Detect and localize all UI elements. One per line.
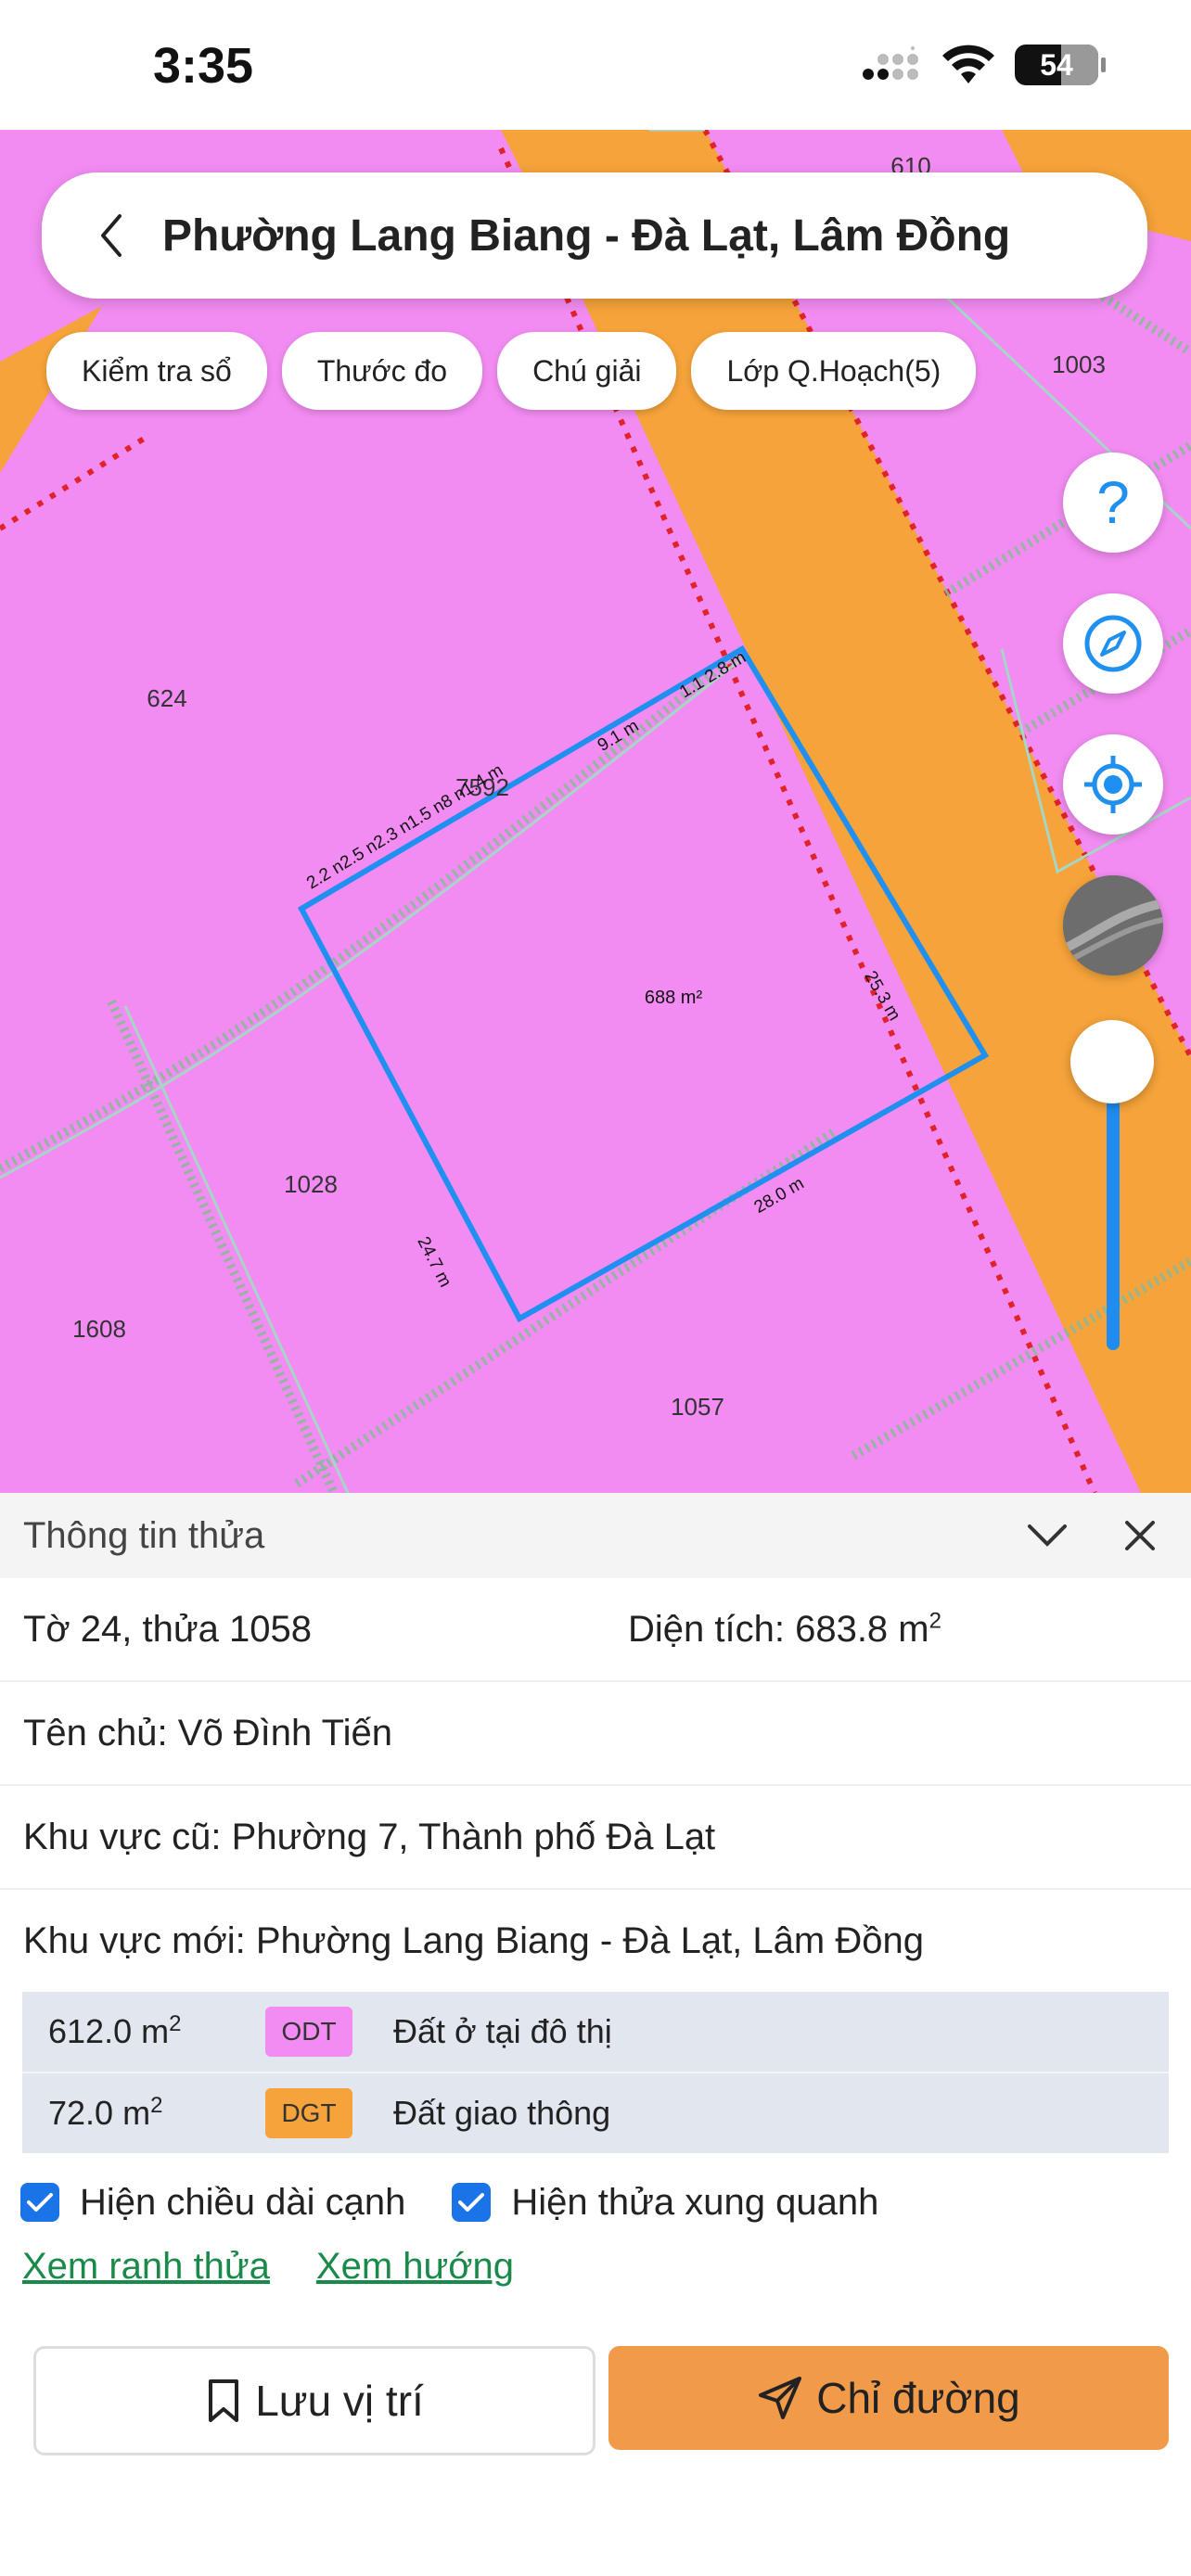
panel-title: Thông tin thửa <box>23 1514 265 1556</box>
my-location-button[interactable] <box>1063 734 1163 835</box>
edge-length-label[interactable]: Hiện chiều dài cạnh <box>80 2182 405 2224</box>
directions-label: Chỉ đường <box>816 2374 1020 2422</box>
map-label-1057: 1057 <box>671 1393 724 1421</box>
battery-level: 54 <box>1040 47 1073 82</box>
bookmark-icon <box>209 2379 239 2422</box>
land-use-code-badge: DGT <box>265 2088 352 2138</box>
map-area-label: 688 m² <box>645 988 703 1008</box>
save-location-button[interactable]: Lưu vị trí <box>33 2346 596 2455</box>
cellular-signal-icon <box>863 46 918 80</box>
action-buttons: Lưu vị trí Chỉ đường <box>33 2346 1169 2455</box>
new-area: Khu vực mới: Phường Lang Biang - Đà Lạt,… <box>23 1919 924 1961</box>
display-options: Hiện chiều dài cạnh Hiện thửa xung quanh <box>0 2159 1191 2246</box>
battery-icon: 54 <box>1015 45 1106 85</box>
status-icons: 54 <box>863 45 1106 85</box>
collapse-button[interactable] <box>1019 1508 1075 1563</box>
chip-ruler[interactable]: Thước đo <box>281 332 483 410</box>
chip-check-book[interactable]: Kiểm tra sổ <box>46 332 267 410</box>
old-area: Khu vực cũ: Phường 7, Thành phố Đà Lạt <box>23 1816 716 1857</box>
map-label-1028: 1028 <box>284 1170 338 1198</box>
chevron-left-icon <box>101 214 122 257</box>
land-use-name: Đất giao thông <box>393 2094 611 2132</box>
satellite-layer-button[interactable] <box>1063 875 1163 976</box>
status-time: 3:35 <box>153 38 254 94</box>
parcel-id-row: Tờ 24, thửa 1058 Diện tích: 683.8 m2 <box>0 1578 1191 1682</box>
map-tool-chips: Kiểm tra sổ Thước đo Chú giải Lớp Q.Hoạc… <box>46 332 977 410</box>
panel-header: Thông tin thửa <box>0 1493 1191 1578</box>
new-area-row: Khu vực mới: Phường Lang Biang - Đà Lạt,… <box>0 1890 1191 1992</box>
land-use-row: 72.0 m2 DGT Đất giao thông <box>22 2073 1169 2153</box>
checkmark-icon <box>458 2193 485 2212</box>
parcel-area: Diện tích: 683.8 m2 <box>628 1608 941 1650</box>
satellite-thumbnail-icon <box>1063 875 1163 976</box>
status-bar: 3:35 54 <box>0 0 1191 130</box>
crosshair-icon <box>1084 756 1142 813</box>
land-use-area: 72.0 m2 <box>48 2093 163 2132</box>
help-icon: ? <box>1096 469 1130 536</box>
send-arrow-icon <box>759 2377 802 2419</box>
opacity-slider-track[interactable] <box>1107 1094 1120 1350</box>
sheet-parcel: Tờ 24, thửa 1058 <box>23 1608 312 1650</box>
chip-planning-layers[interactable]: Lớp Q.Hoạch(5) <box>691 332 977 410</box>
close-icon <box>1125 1521 1155 1550</box>
owner-name: Tên chủ: Võ Đình Tiến <box>23 1712 393 1753</box>
wifi-icon <box>942 45 994 83</box>
old-area-row: Khu vực cũ: Phường 7, Thành phố Đà Lạt <box>0 1786 1191 1890</box>
parcel-links: Xem ranh thửa Xem hướng <box>0 2246 1191 2288</box>
checkmark-icon <box>27 2193 53 2212</box>
back-button[interactable] <box>79 212 144 259</box>
map-label-624: 624 <box>147 684 186 712</box>
compass-button[interactable] <box>1063 593 1163 694</box>
map-label-1608: 1608 <box>72 1315 126 1343</box>
land-use-table: 612.0 m2 ODT Đất ở tại đô thị 72.0 m2 DG… <box>22 1992 1169 2153</box>
surrounding-parcels-label[interactable]: Hiện thửa xung quanh <box>511 2182 878 2224</box>
view-direction-link[interactable]: Xem hướng <box>316 2246 514 2288</box>
land-use-name: Đất ở tại đô thị <box>393 2012 612 2050</box>
save-location-label: Lưu vị trí <box>255 2377 424 2425</box>
compass-icon <box>1084 615 1142 672</box>
close-button[interactable] <box>1112 1508 1168 1563</box>
surrounding-parcels-checkbox[interactable] <box>452 2183 492 2222</box>
map-label-1003: 1003 <box>1052 351 1106 378</box>
land-use-code-badge: ODT <box>265 2007 352 2057</box>
parcel-info-panel: Thông tin thửa Tờ 24, thửa 1058 Diện tíc… <box>0 1493 1191 2576</box>
opacity-slider-thumb[interactable] <box>1070 1020 1154 1103</box>
location-search-bar[interactable]: Phường Lang Biang - Đà Lạt, Lâm Đồng <box>42 172 1147 299</box>
help-button[interactable]: ? <box>1063 453 1163 553</box>
edge-length-checkbox[interactable] <box>20 2183 59 2222</box>
land-use-area: 612.0 m2 <box>48 2011 182 2050</box>
location-title: Phường Lang Biang - Đà Lạt, Lâm Đồng <box>162 210 1011 261</box>
chip-legend[interactable]: Chú giải <box>497 332 677 410</box>
chevron-down-icon <box>1028 1524 1067 1547</box>
owner-row: Tên chủ: Võ Đình Tiến <box>0 1682 1191 1786</box>
view-boundary-link[interactable]: Xem ranh thửa <box>22 2246 270 2288</box>
directions-button[interactable]: Chỉ đường <box>608 2346 1169 2450</box>
land-use-row: 612.0 m2 ODT Đất ở tại đô thị <box>22 1992 1169 2073</box>
